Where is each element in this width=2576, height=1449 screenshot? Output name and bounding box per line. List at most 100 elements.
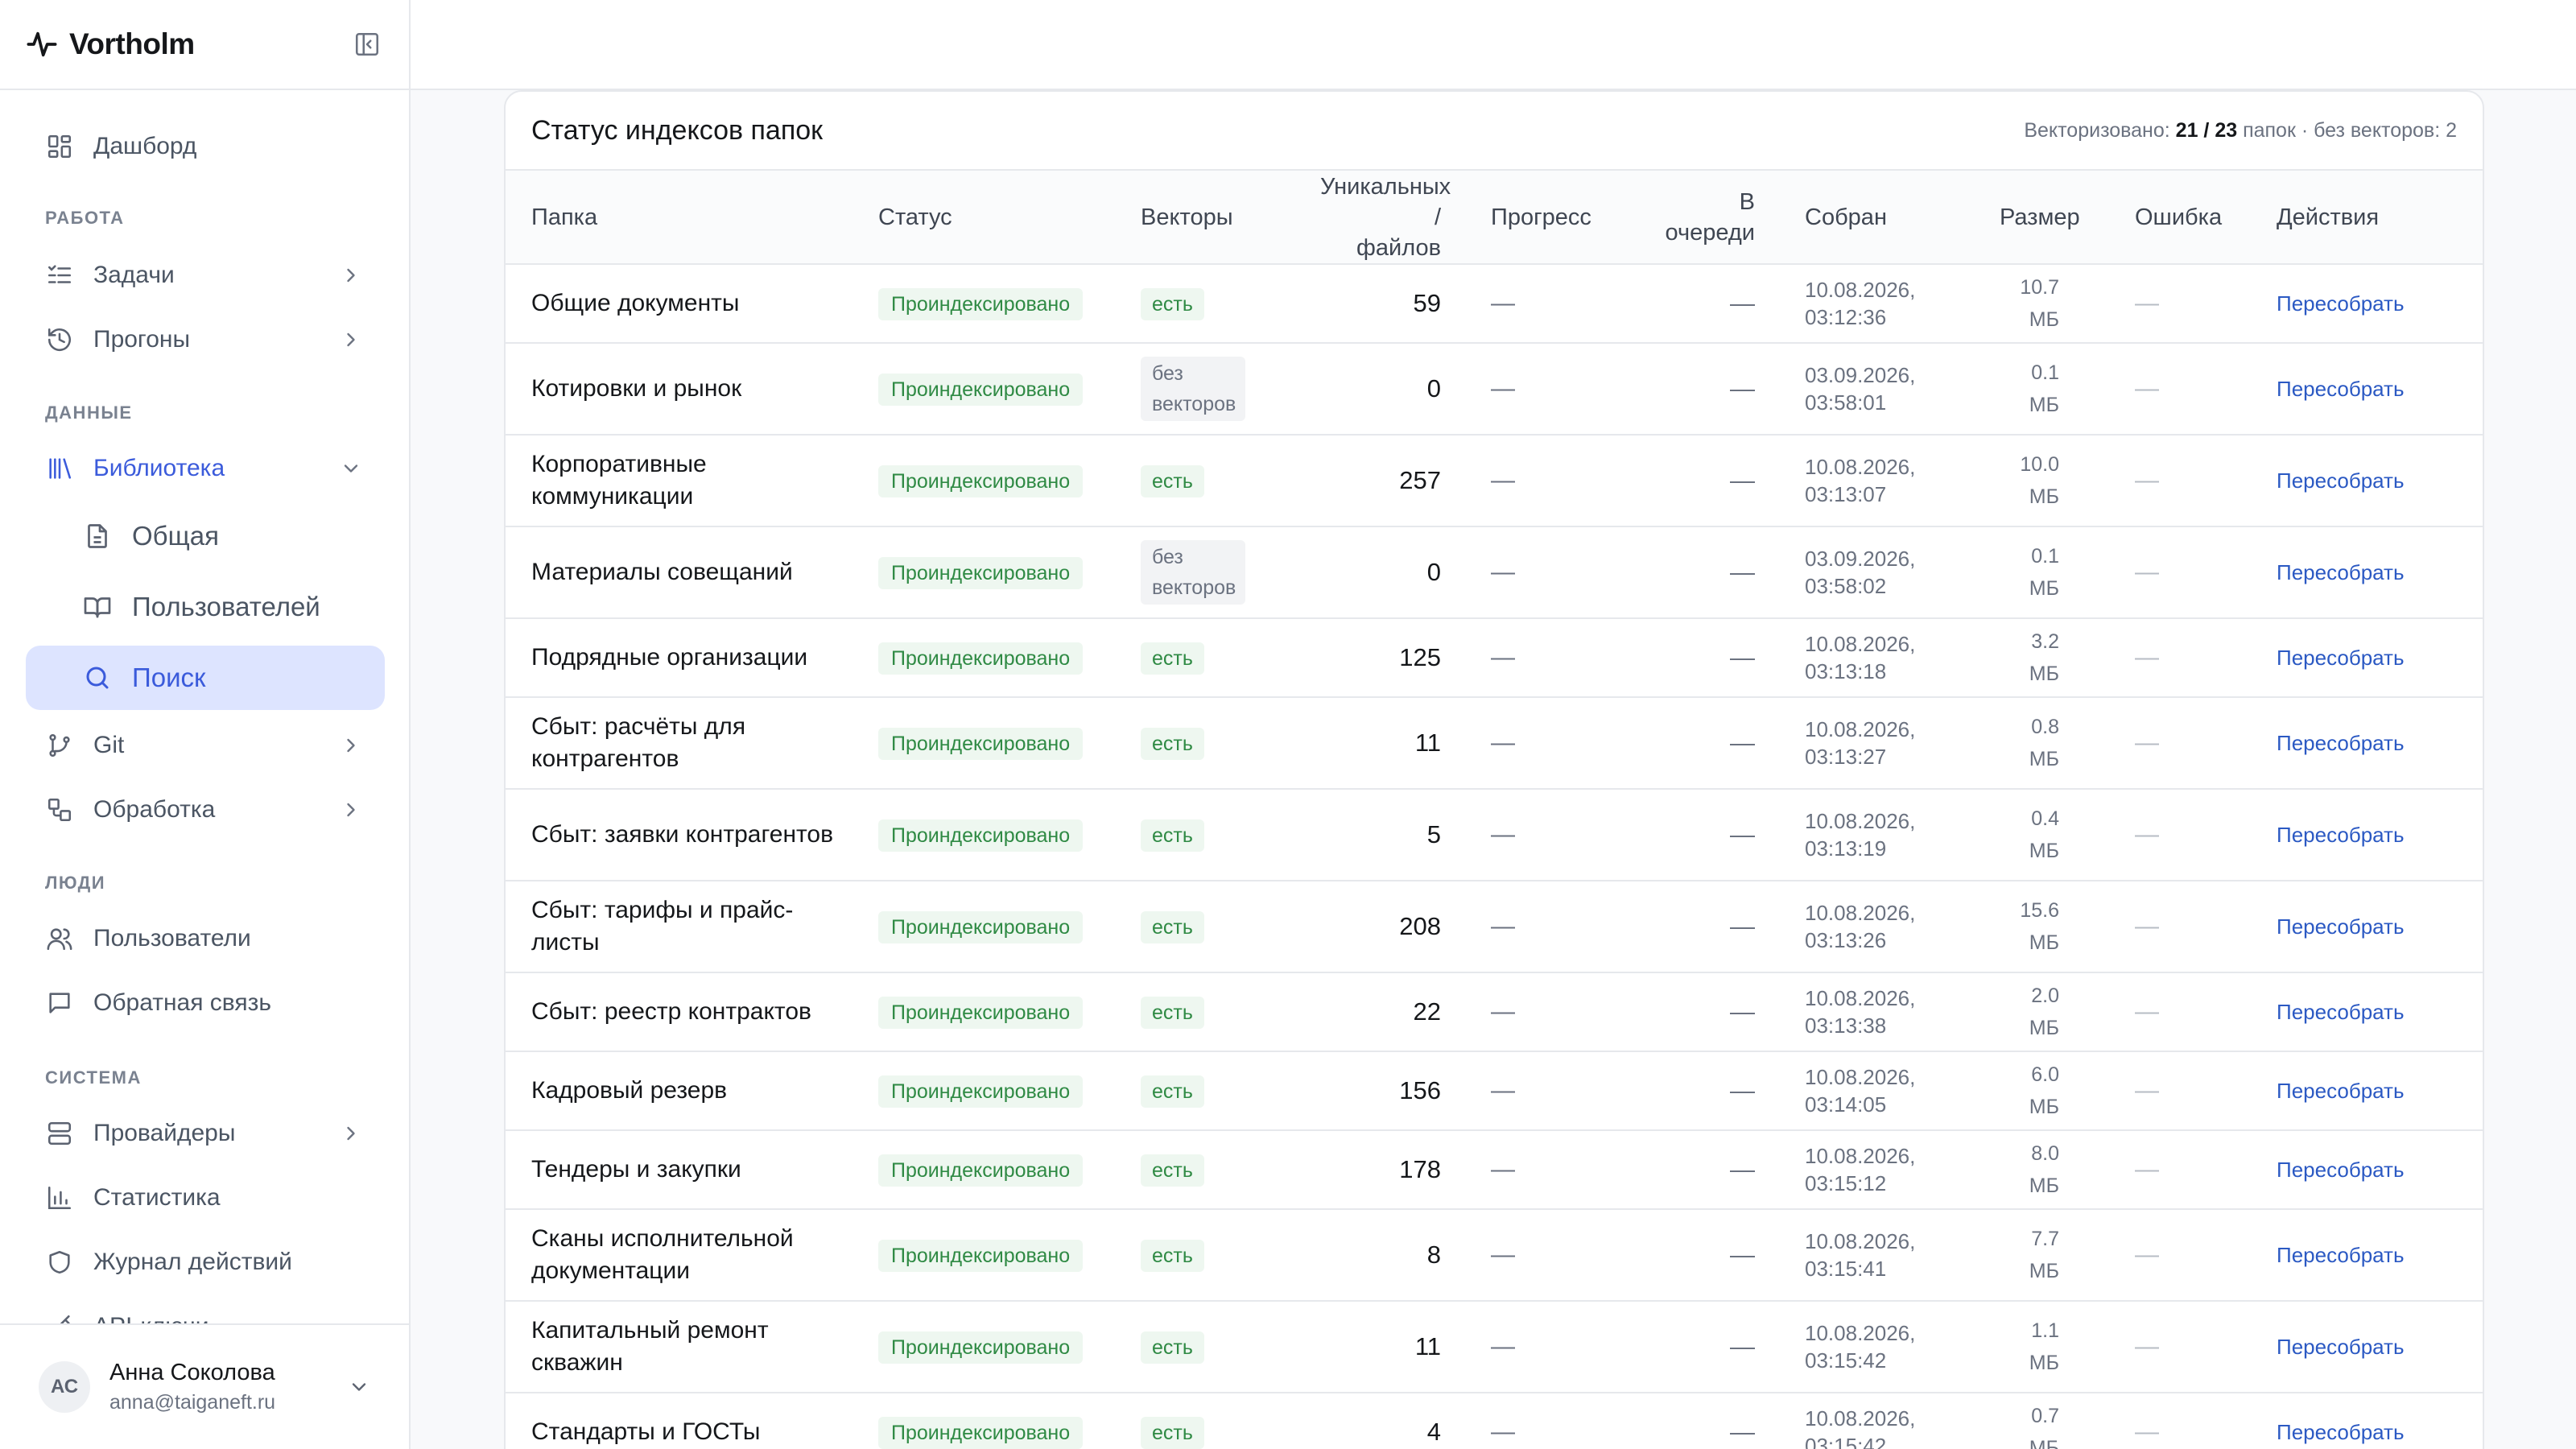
chevron-right-icon bbox=[347, 332, 355, 347]
rebuild-button[interactable]: Пересобрать bbox=[2277, 469, 2405, 493]
size-cell: 8.0 МБ bbox=[1974, 1130, 2109, 1210]
size-cell: 6.0 МБ bbox=[1974, 1051, 2109, 1131]
sidebar-subitem-general[interactable]: Общая bbox=[26, 504, 385, 568]
col-vectors[interactable]: Векторы bbox=[1115, 171, 1320, 265]
server-icon bbox=[45, 1119, 74, 1148]
table-row: Котировки и рынок Проиндексировано без век… bbox=[506, 343, 2483, 436]
sidebar-item-tasks[interactable]: Задачи bbox=[26, 243, 385, 308]
status-cell: Проиндексировано bbox=[852, 1393, 1115, 1449]
rebuild-button[interactable]: Пересобрать bbox=[2277, 1000, 2405, 1024]
rebuild-button[interactable]: Пересобрать bbox=[2277, 1243, 2405, 1267]
col-progress[interactable]: Прогресс bbox=[1465, 171, 1626, 265]
folder-name: Тендеры и закупки bbox=[531, 1156, 741, 1183]
unique-files-cell: 11 bbox=[1320, 1301, 1465, 1393]
folder-name: Сбыт: реестр контрактов bbox=[531, 998, 811, 1025]
col-size[interactable]: Размер bbox=[1974, 171, 2109, 265]
collected-cell: 10.08.2026, 03:13:18 bbox=[1779, 618, 1974, 698]
sidebar-item-git[interactable]: Git bbox=[26, 713, 385, 778]
sidebar-item-statistics[interactable]: Статистика bbox=[26, 1166, 385, 1230]
rebuild-button[interactable]: Пересобрать bbox=[2277, 560, 2405, 584]
sidebar-item-processing[interactable]: Обработка bbox=[26, 778, 385, 842]
status-badge: Проиндексировано bbox=[878, 1075, 1084, 1108]
vectors-cell: без векторов bbox=[1115, 526, 1320, 619]
rebuild-button[interactable]: Пересобрать bbox=[2277, 1158, 2405, 1182]
status-badge: Проиндексировано bbox=[878, 996, 1084, 1029]
sidebar-item-dashboard[interactable]: Дашборд bbox=[26, 114, 385, 179]
collected-cell: 10.08.2026, 03:13:27 bbox=[1779, 697, 1974, 790]
size-cell: 0.8 МБ bbox=[1974, 697, 2109, 790]
rebuild-button[interactable]: Пересобрать bbox=[2277, 291, 2405, 316]
app-name: Vortholm bbox=[69, 27, 195, 60]
collected-cell: 10.08.2026, 03:14:05 bbox=[1779, 1051, 1974, 1131]
actions-cell: Пересобрать bbox=[2251, 1051, 2483, 1131]
col-queue-line1: В bbox=[1739, 188, 1755, 215]
unique-files-cell: 208 bbox=[1320, 881, 1465, 973]
folder-index-table: Папка Статус Векторы Уникальных / файлов … bbox=[506, 171, 2483, 1449]
col-unique-line2: файлов bbox=[1356, 234, 1441, 261]
top-bar bbox=[411, 0, 2576, 90]
actions-cell: Пересобрать bbox=[2251, 618, 2483, 698]
table-header-row: Папка Статус Векторы Уникальных / файлов … bbox=[506, 171, 2483, 265]
status-badge: Проиндексировано bbox=[878, 1416, 1084, 1449]
folder-name: Котировки и рынок bbox=[531, 375, 742, 402]
collected-cell: 10.08.2026, 03:13:19 bbox=[1779, 789, 1974, 881]
sidebar-item-api-keys[interactable]: API-ключи bbox=[26, 1294, 385, 1323]
queue-cell: — bbox=[1626, 1130, 1779, 1210]
actions-cell: Пересобрать bbox=[2251, 1130, 2483, 1210]
status-badge: Проиндексировано bbox=[878, 642, 1084, 675]
sidebar-item-library[interactable]: Библиотека bbox=[26, 436, 385, 501]
sidebar: Vortholm Дашборд РАБОТА Задачи Прогоны Д… bbox=[0, 0, 411, 1449]
folder-name: Сбыт: заявки контрагентов bbox=[531, 821, 834, 848]
rebuild-button[interactable]: Пересобрать bbox=[2277, 914, 2405, 939]
sidebar-item-users[interactable]: Пользователи bbox=[26, 906, 385, 971]
chevron-down-icon bbox=[344, 464, 358, 473]
sidebar-item-runs[interactable]: Прогоны bbox=[26, 308, 385, 372]
user-info: Анна Соколова anna@taiganeft.ru bbox=[109, 1360, 275, 1414]
col-error[interactable]: Ошибка bbox=[2109, 171, 2251, 265]
rebuild-button[interactable]: Пересобрать bbox=[2277, 377, 2405, 401]
unique-files-cell: 0 bbox=[1320, 343, 1465, 436]
folder-name-cell: Тендеры и закупки bbox=[506, 1130, 852, 1210]
progress-cell: — bbox=[1465, 343, 1626, 436]
collected-date: 10.08.2026, bbox=[1805, 809, 1916, 833]
rebuild-button[interactable]: Пересобрать bbox=[2277, 823, 2405, 847]
folder-name: Материалы совещаний bbox=[531, 559, 793, 585]
sidebar-item-feedback[interactable]: Обратная связь bbox=[26, 971, 385, 1035]
rebuild-button[interactable]: Пересобрать bbox=[2277, 646, 2405, 670]
rebuild-button[interactable]: Пересобрать bbox=[2277, 1420, 2405, 1444]
progress-cell: — bbox=[1465, 1301, 1626, 1393]
unique-files-cell: 257 bbox=[1320, 435, 1465, 527]
rebuild-button[interactable]: Пересобрать bbox=[2277, 1079, 2405, 1103]
collected-date: 10.08.2026, bbox=[1805, 1229, 1916, 1253]
folder-name-cell: Сбыт: тарифы и прайс-листы bbox=[506, 881, 852, 973]
sidebar-item-audit-log[interactable]: Журнал действий bbox=[26, 1230, 385, 1294]
sidebar-item-providers[interactable]: Провайдеры bbox=[26, 1101, 385, 1166]
col-collected[interactable]: Собран bbox=[1779, 171, 1974, 265]
sidebar-collapse-icon[interactable] bbox=[351, 28, 383, 60]
col-status[interactable]: Статус bbox=[852, 171, 1115, 265]
user-menu[interactable]: АС Анна Соколова anna@taiganeft.ru bbox=[0, 1323, 409, 1449]
unique-files-cell: 125 bbox=[1320, 618, 1465, 698]
size-cell: 0.4 МБ bbox=[1974, 789, 2109, 881]
collected-time: 03:13:27 bbox=[1805, 745, 1887, 769]
status-cell: Проиндексировано bbox=[852, 1209, 1115, 1302]
col-folder[interactable]: Папка bbox=[506, 171, 852, 265]
progress-cell: — bbox=[1465, 618, 1626, 698]
collected-time: 03:15:42 bbox=[1805, 1434, 1887, 1449]
col-unique-files[interactable]: Уникальных / файлов bbox=[1320, 171, 1465, 265]
status-cell: Проиндексировано bbox=[852, 618, 1115, 698]
rebuild-button[interactable]: Пересобрать bbox=[2277, 1335, 2405, 1359]
vectors-badge: без векторов bbox=[1141, 540, 1245, 605]
rebuild-button[interactable]: Пересобрать bbox=[2277, 731, 2405, 755]
col-queue[interactable]: Вочереди bbox=[1626, 171, 1779, 265]
size-cell: 1.1 МБ bbox=[1974, 1301, 2109, 1393]
size-cell: 0.1 МБ bbox=[1974, 343, 2109, 436]
sidebar-subitem-users[interactable]: Пользователей bbox=[26, 575, 385, 639]
collected-cell: 10.08.2026, 03:13:38 bbox=[1779, 972, 1974, 1052]
size-cell: 2.0 МБ bbox=[1974, 972, 2109, 1052]
sidebar-subitem-search[interactable]: Поиск bbox=[26, 646, 385, 710]
folder-name: Общие документы bbox=[531, 290, 740, 316]
unique-files-cell: 178 bbox=[1320, 1130, 1465, 1210]
unique-files-cell: 5 bbox=[1320, 789, 1465, 881]
size-cell: 10.0 МБ bbox=[1974, 435, 2109, 527]
